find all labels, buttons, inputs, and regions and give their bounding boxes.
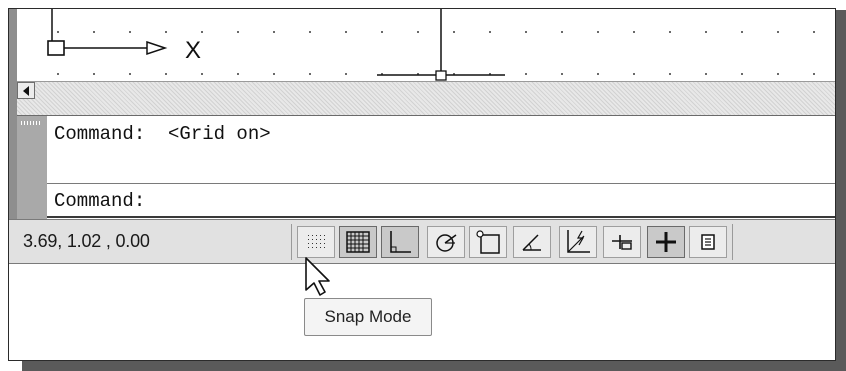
grid-dot <box>165 31 167 33</box>
osnap-icon <box>476 230 500 254</box>
grid-dot <box>813 31 815 33</box>
command-divider <box>47 183 835 184</box>
grid-dot <box>309 31 311 33</box>
quick-properties-button[interactable] <box>689 226 727 258</box>
dynamic-ucs-button[interactable] <box>559 226 597 258</box>
canvas-drawing: X <box>47 9 815 81</box>
command-history-line: Command: <Grid on> <box>54 123 271 145</box>
snap-dots-icon <box>308 235 325 248</box>
grid-dot <box>93 31 95 33</box>
grid-dot <box>561 73 563 75</box>
status-separator <box>291 224 292 260</box>
arrow-left-icon <box>23 85 29 96</box>
ucs-x-arrow-icon <box>146 40 168 56</box>
grid-dot <box>633 31 635 33</box>
grid-dot <box>201 31 203 33</box>
grid-dot <box>345 73 347 75</box>
grid-dot <box>273 31 275 33</box>
grid-dot <box>129 31 131 33</box>
grid-dot <box>381 31 383 33</box>
ucs-origin-box <box>47 40 65 56</box>
ducs-icon <box>567 230 590 253</box>
grid-dot <box>525 31 527 33</box>
ortho-icon <box>390 231 411 253</box>
grid-dot <box>741 31 743 33</box>
grid-dot <box>165 73 167 75</box>
grid-dot <box>777 73 779 75</box>
snap-mode-tooltip: Snap Mode <box>304 298 432 336</box>
grid-icon <box>346 231 370 253</box>
grid-dot <box>273 73 275 75</box>
lineweight-button[interactable] <box>647 226 685 258</box>
scroll-left-button[interactable] <box>17 82 35 99</box>
grid-dot <box>57 31 59 33</box>
grid-dot <box>633 73 635 75</box>
dynamic-input-button[interactable] <box>603 226 641 258</box>
grid-dot <box>669 73 671 75</box>
grid-dot <box>597 73 599 75</box>
grid-dot <box>777 31 779 33</box>
grid-dot <box>237 73 239 75</box>
coordinate-readout[interactable]: 3.69, 1.02 , 0.00 <box>23 220 150 263</box>
lineweight-icon <box>656 232 676 252</box>
grid-dot <box>417 31 419 33</box>
status-separator-end <box>732 224 733 260</box>
grid-dot <box>705 31 707 33</box>
command-bottom-border <box>47 216 835 218</box>
grid-dot <box>309 73 311 75</box>
window-shadow-right <box>836 10 846 371</box>
command-prompt-line[interactable]: Command: <box>54 188 145 214</box>
object-snap-tracking-button[interactable] <box>513 226 551 258</box>
grid-dot <box>345 31 347 33</box>
grid-dot <box>705 73 707 75</box>
crosshair-pickbox <box>435 70 447 81</box>
grid-dot <box>453 31 455 33</box>
grid-dot <box>561 31 563 33</box>
grid-display-button[interactable] <box>339 226 377 258</box>
grid-dot <box>597 31 599 33</box>
mouse-pointer-icon <box>304 256 332 301</box>
window-left-edge <box>9 9 17 219</box>
grid-dot <box>93 73 95 75</box>
dyn-icon <box>612 235 632 250</box>
grid-dot <box>813 73 815 75</box>
grid-dot <box>525 73 527 75</box>
grid-dot <box>237 31 239 33</box>
ucs-x-label: X <box>185 37 201 64</box>
grid-dot <box>201 73 203 75</box>
grid-dot <box>57 73 59 75</box>
object-snap-button[interactable] <box>469 226 507 258</box>
grid-dot <box>489 31 491 33</box>
grip-dots-icon <box>21 121 41 125</box>
status-bar: 3.69, 1.02 , 0.00 <box>9 219 835 264</box>
grid-dot <box>741 73 743 75</box>
snap-mode-button[interactable] <box>297 226 335 258</box>
polar-tracking-button[interactable] <box>427 226 465 258</box>
command-window: Command: <Grid on> Command: <box>17 115 835 220</box>
grid-dots <box>57 31 815 75</box>
grid-dot <box>669 31 671 33</box>
window-shadow-bottom <box>22 361 846 371</box>
polar-icon <box>436 234 457 252</box>
drawing-canvas[interactable]: X <box>17 9 835 85</box>
qp-icon <box>701 234 715 250</box>
angle-icon <box>522 234 541 251</box>
grid-dot <box>129 73 131 75</box>
horizontal-scrollbar[interactable] <box>17 81 835 115</box>
ortho-mode-button[interactable] <box>381 226 419 258</box>
command-window-grip[interactable] <box>17 116 47 220</box>
